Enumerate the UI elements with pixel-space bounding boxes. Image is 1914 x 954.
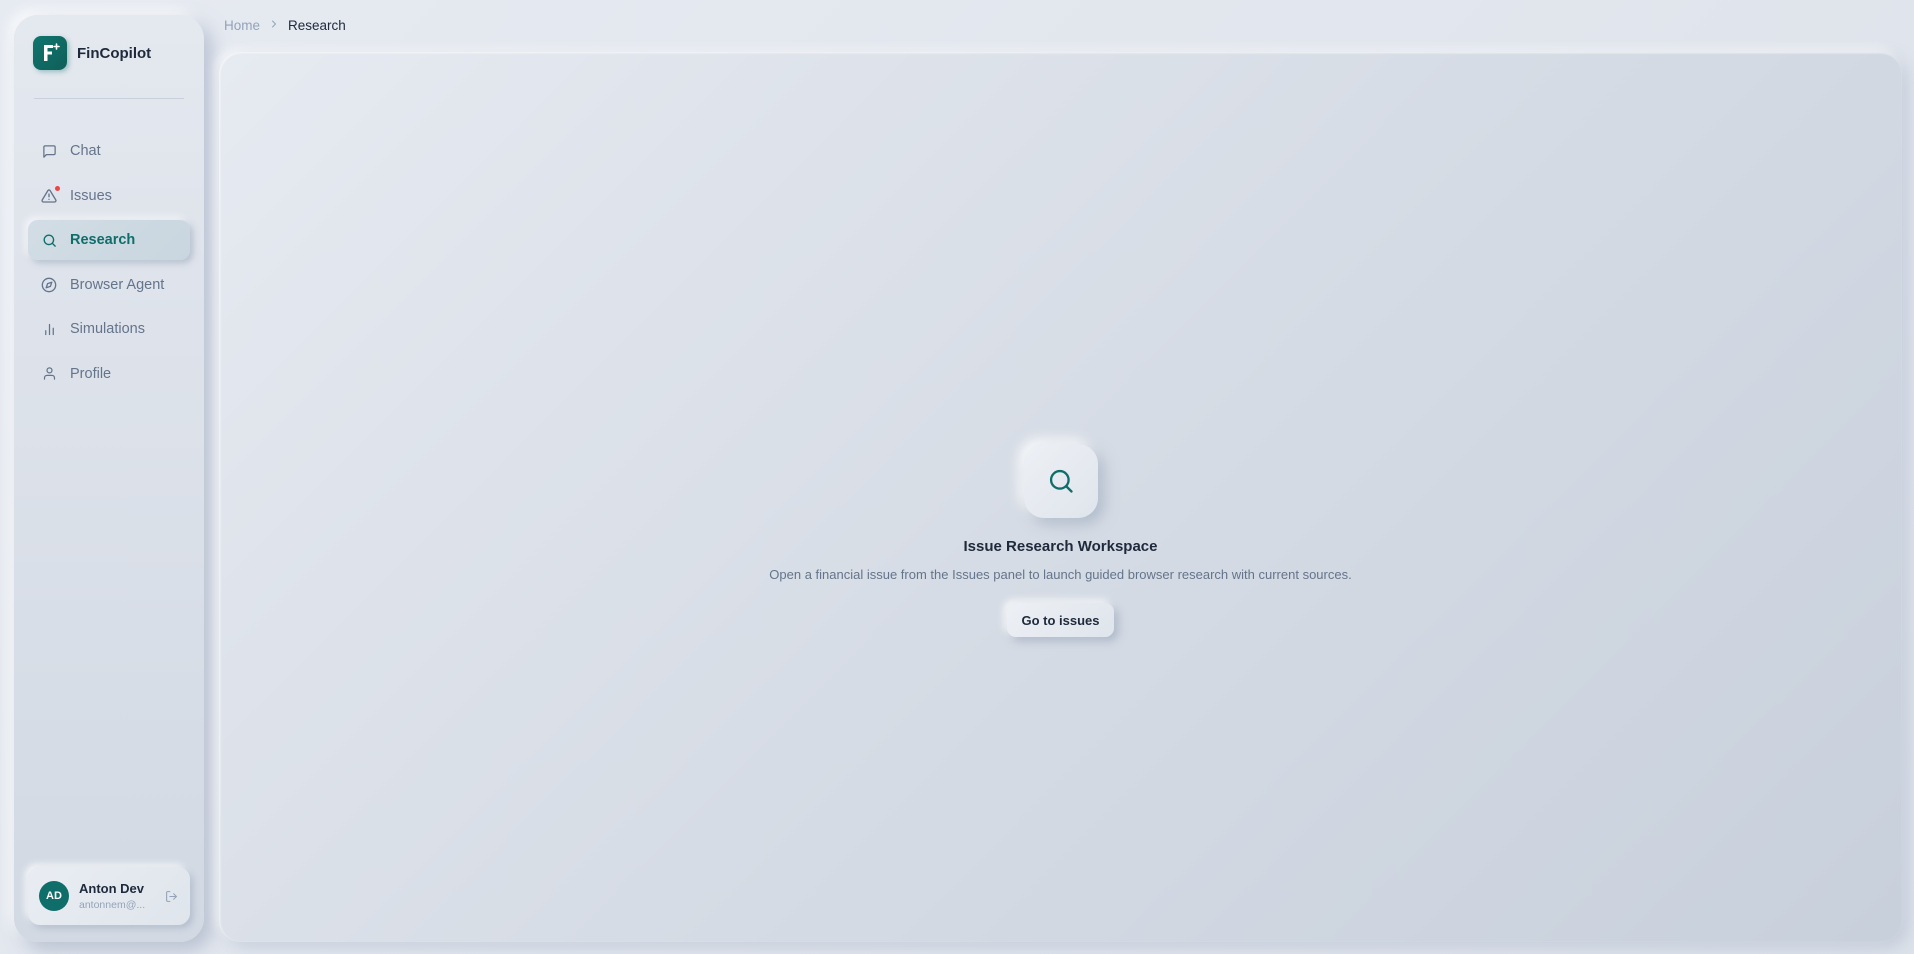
app-name: FinCopilot <box>77 44 152 62</box>
sidebar-item-issues[interactable]: Issues <box>28 176 190 216</box>
breadcrumb-current: Research <box>288 17 346 33</box>
logout-icon[interactable] <box>163 888 179 904</box>
sidebar: FinCopilot Chat Issues Research Browser … <box>14 15 204 942</box>
empty-state-description: Open a financial issue from the Issues p… <box>769 567 1352 582</box>
user-card[interactable]: AD Anton Dev antonnem@... <box>28 867 190 925</box>
sidebar-divider <box>34 98 184 99</box>
sidebar-item-research[interactable]: Research <box>28 220 190 260</box>
user-name: Anton Dev <box>79 881 144 896</box>
empty-state: Issue Research Workspace Open a financia… <box>711 392 1411 637</box>
sidebar-item-label: Profile <box>70 365 112 382</box>
sidebar-item-label: Chat <box>70 143 101 159</box>
main-panel: Issue Research Workspace Open a financia… <box>219 52 1902 942</box>
user-info: Anton Dev antonnem@... <box>79 881 153 911</box>
sidebar-item-chat[interactable]: Chat <box>28 131 190 171</box>
bar-chart-icon <box>40 320 58 338</box>
sidebar-nav: Chat Issues Research Browser Agent Simul… <box>28 131 190 398</box>
go-to-issues-button[interactable]: Go to issues <box>1007 603 1114 637</box>
sidebar-item-label: Research <box>70 232 136 248</box>
alert-triangle-icon <box>40 185 60 205</box>
chevron-right-icon <box>268 18 280 33</box>
sidebar-item-profile[interactable]: Profile <box>28 354 190 394</box>
search-icon <box>40 231 58 249</box>
notification-dot <box>55 185 60 191</box>
app-logo-icon <box>33 36 67 70</box>
empty-state-title: Issue Research Workspace <box>963 538 1158 555</box>
breadcrumb-home-link[interactable]: Home <box>224 18 260 33</box>
sidebar-item-label: Simulations <box>70 321 145 337</box>
sidebar-item-label: Issues <box>70 187 112 204</box>
avatar: AD <box>39 881 69 911</box>
user-email: antonnem@... <box>79 899 146 911</box>
search-icon <box>1023 444 1098 518</box>
breadcrumb: Home Research <box>224 16 346 34</box>
user-icon <box>40 365 58 383</box>
compass-icon <box>40 276 58 294</box>
sidebar-item-label: Browser Agent <box>70 276 165 293</box>
sidebar-item-browser-agent[interactable]: Browser Agent <box>28 265 190 305</box>
sidebar-item-simulations[interactable]: Simulations <box>28 309 190 349</box>
message-square-icon <box>40 142 58 160</box>
brand[interactable]: FinCopilot <box>33 35 151 71</box>
